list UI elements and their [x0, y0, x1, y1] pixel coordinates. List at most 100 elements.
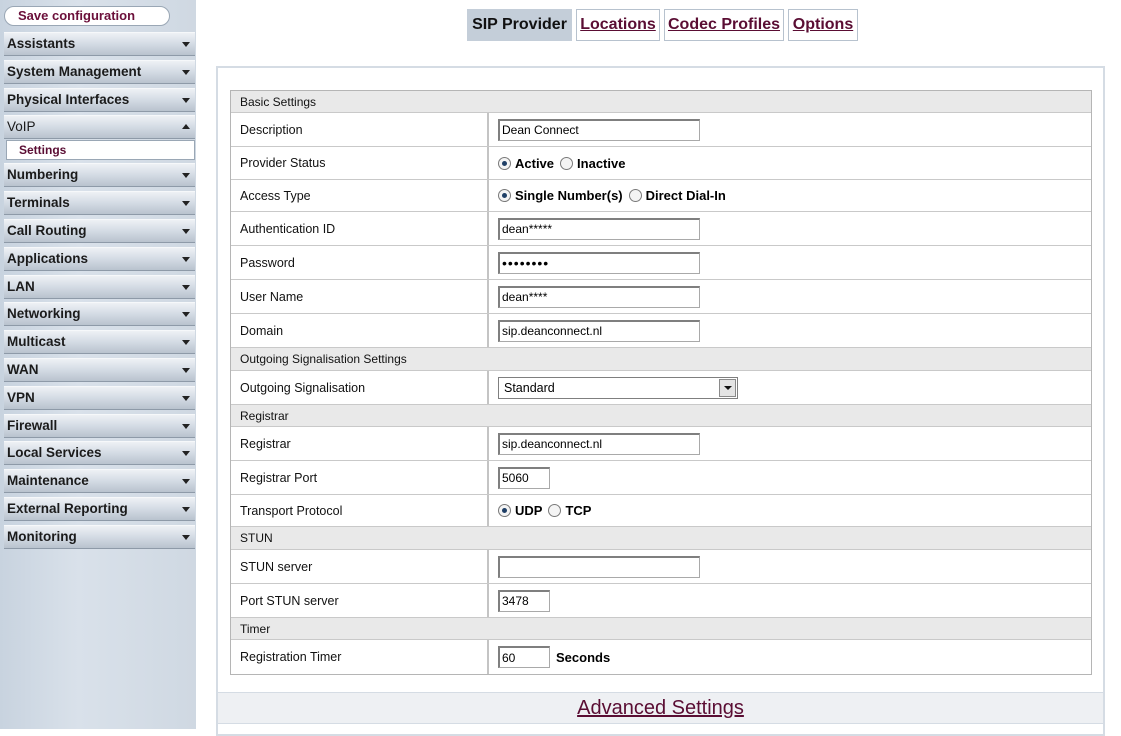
radio-label: Single Number(s) — [515, 188, 623, 203]
sidebar-item-label: Networking — [7, 306, 81, 321]
chevron-down-icon — [182, 229, 190, 234]
sidebar-item-monitoring[interactable]: Monitoring — [4, 525, 195, 549]
advanced-settings-link[interactable]: Advanced Settings — [577, 697, 744, 719]
transport-tcp-radio[interactable] — [548, 504, 562, 517]
sidebar-item-physical-interfaces[interactable]: Physical Interfaces — [4, 88, 195, 112]
sidebar-item-label: LAN — [7, 279, 35, 294]
field-label: Outgoing Signalisation — [231, 371, 489, 404]
sidebar-item-label: Terminals — [7, 195, 70, 210]
chevron-down-icon — [182, 396, 190, 401]
tab-options[interactable]: Options — [788, 9, 858, 41]
sidebar-item-firewall[interactable]: Firewall — [4, 414, 195, 438]
sidebar-item-wan[interactable]: WAN — [4, 358, 195, 382]
domain-input[interactable] — [498, 319, 700, 342]
sidebar-item-label: Call Routing — [7, 223, 87, 238]
section-title: Basic Settings — [240, 94, 317, 109]
sidebar-item-label: Assistants — [7, 36, 76, 51]
sidebar-item-local-services[interactable]: Local Services — [4, 441, 195, 465]
row-outgoing-signalisation: Outgoing Signalisation Standard — [231, 371, 1091, 405]
sidebar-item-networking[interactable]: Networking — [4, 302, 195, 326]
sidebar-subitem-settings[interactable]: Settings — [6, 140, 195, 160]
sidebar: Save configuration Assistants System Man… — [0, 0, 196, 729]
chevron-down-icon — [182, 285, 190, 290]
row-registrar: Registrar — [231, 427, 1091, 461]
status-active-radio[interactable] — [498, 156, 511, 170]
chevron-down-icon — [182, 507, 190, 512]
field-label: Access Type — [231, 180, 489, 211]
row-stun-port: Port STUN server — [231, 584, 1091, 618]
registrar-port-input[interactable] — [498, 466, 550, 489]
sidebar-item-lan[interactable]: LAN — [4, 275, 195, 299]
sidebar-item-label: System Management — [7, 64, 142, 79]
row-registrar-port: Registrar Port — [231, 461, 1091, 495]
advanced-settings-bar: Advanced Settings — [218, 692, 1103, 724]
sidebar-item-terminals[interactable]: Terminals — [4, 191, 195, 215]
sidebar-item-label: VPN — [7, 390, 35, 405]
sidebar-item-numbering[interactable]: Numbering — [4, 163, 195, 187]
outgoing-signalisation-select[interactable]: Standard — [498, 376, 738, 399]
section-title: STUN — [240, 531, 273, 545]
status-inactive-radio[interactable] — [560, 156, 574, 170]
sidebar-item-assistants[interactable]: Assistants — [4, 32, 195, 56]
registrar-input[interactable] — [498, 432, 700, 455]
username-input[interactable] — [498, 285, 700, 308]
sidebar-item-multicast[interactable]: Multicast — [4, 330, 195, 354]
tab-locations[interactable]: Locations — [576, 9, 660, 41]
section-title: Timer — [240, 621, 271, 636]
sidebar-item-label: Numbering — [7, 167, 79, 182]
row-domain: Domain — [231, 314, 1091, 348]
row-access-type: Access Type Single Number(s) Direct Dial… — [231, 180, 1091, 212]
field-label: Description — [231, 113, 489, 146]
description-input[interactable] — [498, 118, 700, 141]
field-label: User Name — [231, 280, 489, 313]
sidebar-item-label: Firewall — [7, 418, 58, 433]
row-registration-timer: Registration Timer Seconds — [231, 640, 1091, 674]
dropdown-arrow-icon[interactable] — [719, 378, 736, 397]
sip-provider-form: Basic Settings Description Provider Stat… — [230, 90, 1092, 675]
field-label: Port STUN server — [231, 584, 489, 617]
select-value: Standard — [504, 380, 555, 395]
chevron-down-icon — [182, 451, 190, 456]
stun-server-input[interactable] — [498, 555, 700, 578]
authentication-id-input[interactable] — [498, 217, 700, 240]
sidebar-item-external-reporting[interactable]: External Reporting — [4, 497, 195, 521]
field-label: Provider Status — [231, 147, 489, 179]
chevron-down-icon — [182, 312, 190, 317]
chevron-down-icon — [182, 424, 190, 429]
chevron-up-icon — [182, 124, 190, 129]
field-label: Transport Protocol — [231, 495, 489, 526]
sidebar-item-label: Applications — [7, 251, 89, 266]
row-description: Description — [231, 113, 1091, 147]
registration-timer-input[interactable] — [498, 646, 550, 668]
sidebar-item-label: WAN — [7, 362, 39, 377]
sidebar-item-label: External Reporting — [7, 501, 128, 516]
sidebar-item-label: Multicast — [7, 334, 66, 349]
field-label: Registrar Port — [231, 461, 489, 494]
password-input[interactable] — [498, 251, 700, 274]
chevron-down-icon — [182, 479, 190, 484]
sidebar-item-label: Maintenance — [7, 473, 89, 488]
field-label: Authentication ID — [231, 212, 489, 245]
chevron-down-icon — [182, 257, 190, 262]
tab-sip-provider[interactable]: SIP Provider — [467, 9, 572, 41]
field-label: Registration Timer — [231, 640, 489, 674]
radio-label: TCP — [565, 503, 592, 518]
access-single-radio[interactable] — [498, 189, 511, 202]
chevron-down-icon — [182, 98, 190, 103]
sidebar-item-applications[interactable]: Applications — [4, 247, 195, 271]
stun-port-input[interactable] — [498, 589, 550, 612]
sidebar-item-system-management[interactable]: System Management — [4, 60, 195, 84]
sidebar-item-vpn[interactable]: VPN — [4, 386, 195, 410]
radio-label: Inactive — [577, 155, 626, 171]
sidebar-item-voip[interactable]: VoIP — [4, 115, 195, 139]
row-username: User Name — [231, 280, 1091, 314]
tab-codec-profiles[interactable]: Codec Profiles — [664, 9, 784, 41]
section-title: Outgoing Signalisation Settings — [240, 352, 407, 366]
access-ddi-radio[interactable] — [628, 189, 642, 202]
chevron-down-icon — [182, 173, 190, 178]
field-label: Registrar — [231, 427, 489, 460]
sidebar-item-maintenance[interactable]: Maintenance — [4, 469, 195, 493]
sidebar-item-call-routing[interactable]: Call Routing — [4, 219, 195, 243]
save-configuration-button[interactable]: Save configuration — [4, 6, 170, 26]
transport-udp-radio[interactable] — [498, 504, 511, 517]
